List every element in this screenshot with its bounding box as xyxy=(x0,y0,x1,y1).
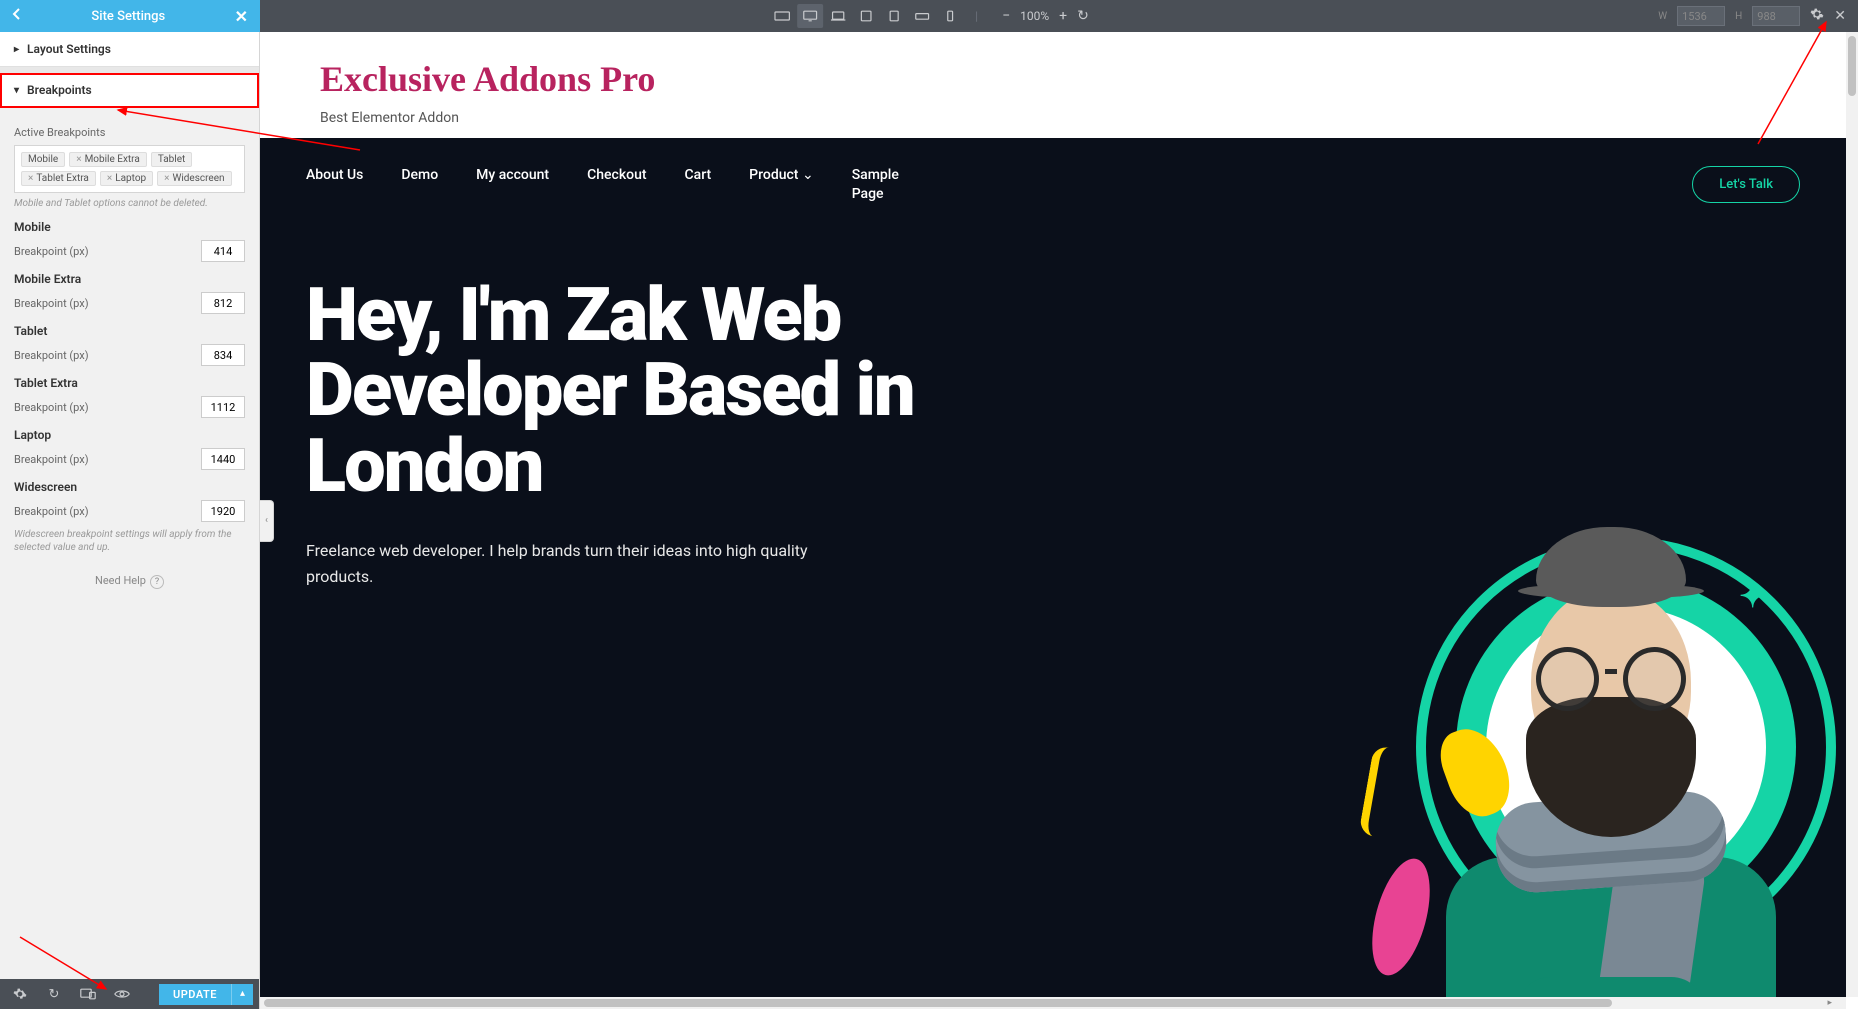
close-responsive-icon[interactable]: ✕ xyxy=(1834,8,1846,24)
active-breakpoints-label: Active Breakpoints xyxy=(14,126,245,139)
person-illustration xyxy=(1426,497,1786,997)
breakpoint-name: Tablet xyxy=(14,324,245,338)
tags-hint: Mobile and Tablet options cannot be dele… xyxy=(14,197,245,210)
back-icon[interactable] xyxy=(12,8,22,24)
horizontal-scrollbar[interactable]: ▸ xyxy=(260,997,1846,1009)
device-laptop-icon[interactable] xyxy=(825,4,851,28)
height-input[interactable] xyxy=(1752,6,1800,26)
panel-footer: ↻ UPDATE ▴ xyxy=(0,979,259,1009)
footer-settings-icon[interactable] xyxy=(6,982,34,1006)
breakpoint-tag[interactable]: Mobile xyxy=(21,152,65,167)
section-breakpoints[interactable]: ▾ Breakpoints xyxy=(0,73,259,108)
section-label: Breakpoints xyxy=(27,83,92,97)
hero-paragraph: Freelance web developer. I help brands t… xyxy=(306,538,826,589)
zoom-value: 100% xyxy=(1020,9,1049,23)
breakpoint-tag[interactable]: ×Widescreen xyxy=(157,171,231,186)
zoom-reset-icon[interactable]: ↻ xyxy=(1077,8,1089,24)
breakpoint-label: Breakpoint (px) xyxy=(14,453,89,466)
update-button[interactable]: UPDATE xyxy=(159,984,231,1005)
remove-tag-icon[interactable]: × xyxy=(28,173,33,184)
breakpoint-input[interactable] xyxy=(201,344,245,366)
breakpoint-label: Breakpoint (px) xyxy=(14,349,89,362)
caret-down-icon: ▾ xyxy=(14,85,19,96)
device-tablet-icon[interactable] xyxy=(881,4,907,28)
breakpoint-tag[interactable]: ×Mobile Extra xyxy=(69,152,147,167)
breakpoint-tag[interactable]: ×Laptop xyxy=(100,171,153,186)
collapse-panel-icon[interactable]: ‹ xyxy=(260,500,274,542)
breakpoint-tag[interactable]: ×Tablet Extra xyxy=(21,171,96,186)
breakpoint-input[interactable] xyxy=(201,396,245,418)
remove-tag-icon[interactable]: × xyxy=(164,173,169,184)
preview-icon[interactable] xyxy=(108,982,136,1006)
help-icon: ? xyxy=(150,575,164,589)
vertical-scrollbar[interactable] xyxy=(1846,32,1858,997)
nav-item[interactable]: Demo xyxy=(401,166,438,186)
breakpoint-input[interactable] xyxy=(201,448,245,470)
breakpoint-label: Breakpoint (px) xyxy=(14,401,89,414)
widescreen-hint: Widescreen breakpoint settings will appl… xyxy=(14,528,245,554)
nav-item[interactable]: Cart xyxy=(685,166,712,186)
breakpoint-label: Breakpoint (px) xyxy=(14,245,89,258)
breakpoint-tags[interactable]: Mobile ×Mobile Extra Tablet ×Tablet Extra ×L… xyxy=(14,145,245,193)
section-layout-settings[interactable]: ▸ Layout Settings xyxy=(0,32,259,67)
nav-item[interactable]: My account xyxy=(476,166,549,186)
settings-icon[interactable] xyxy=(1810,7,1824,25)
width-label: W xyxy=(1658,11,1667,22)
breakpoint-input[interactable] xyxy=(201,292,245,314)
nav-item[interactable]: About Us xyxy=(306,166,363,186)
responsive-icon[interactable] xyxy=(74,982,102,1006)
breakpoint-input[interactable] xyxy=(201,500,245,522)
chevron-down-icon: ⌄ xyxy=(798,167,813,183)
device-tablet-extra-icon[interactable] xyxy=(853,4,879,28)
nav-item[interactable]: Sample Page xyxy=(852,166,932,205)
breakpoint-label: Breakpoint (px) xyxy=(14,297,89,310)
device-mobile-icon[interactable] xyxy=(937,4,963,28)
close-icon[interactable]: ✕ xyxy=(235,7,248,26)
nav-item[interactable]: Checkout xyxy=(587,166,646,186)
breakpoint-tag[interactable]: Tablet xyxy=(151,152,192,167)
lets-talk-button[interactable]: Let's Talk xyxy=(1692,166,1800,203)
hero-illustration: ✦ xyxy=(1306,397,1846,997)
breakpoint-name: Widescreen xyxy=(14,480,245,494)
zoom-out-icon[interactable]: − xyxy=(1002,8,1010,24)
width-input[interactable] xyxy=(1677,6,1725,26)
history-icon[interactable]: ↻ xyxy=(40,982,68,1006)
settings-panel: ▸ Layout Settings ▾ Breakpoints Active B… xyxy=(0,32,260,1009)
update-options-icon[interactable]: ▴ xyxy=(231,984,253,1005)
hero-heading: Hey, I'm Zak Web Developer Based in Lond… xyxy=(306,278,986,504)
breakpoint-input[interactable] xyxy=(201,240,245,262)
need-help[interactable]: Need Help? xyxy=(14,554,245,609)
breakpoint-name: Mobile xyxy=(14,220,245,234)
zoom-in-icon[interactable]: + xyxy=(1059,8,1067,24)
remove-tag-icon[interactable]: × xyxy=(76,154,81,165)
preview-area: ‹ Exclusive Addons Pro Best Elementor Ad… xyxy=(260,32,1858,1009)
caret-right-icon: ▸ xyxy=(14,44,19,55)
panel-title: Site Settings xyxy=(22,9,235,24)
breakpoint-name: Mobile Extra xyxy=(14,272,245,286)
breakpoint-name: Laptop xyxy=(14,428,245,442)
device-mobile-extra-icon[interactable] xyxy=(909,4,935,28)
remove-tag-icon[interactable]: × xyxy=(107,173,112,184)
device-widescreen-icon[interactable] xyxy=(769,4,795,28)
nav-item[interactable]: Product ⌄ xyxy=(749,166,814,186)
main-nav: About Us Demo My account Checkout Cart Produc… xyxy=(260,138,1846,205)
responsive-toolbar: | − 100% + ↻ xyxy=(769,4,1089,28)
site-tagline: Best Elementor Addon xyxy=(320,110,1786,126)
height-label: H xyxy=(1735,11,1742,22)
topbar: Site Settings ✕ | − 100% + ↻ W H ✕ xyxy=(0,0,1858,32)
section-label: Layout Settings xyxy=(27,42,111,56)
device-desktop-icon[interactable] xyxy=(797,4,823,28)
panel-header: Site Settings ✕ xyxy=(0,0,260,32)
site-title[interactable]: Exclusive Addons Pro xyxy=(320,60,1786,100)
breakpoint-name: Tablet Extra xyxy=(14,376,245,390)
breakpoint-label: Breakpoint (px) xyxy=(14,505,89,518)
